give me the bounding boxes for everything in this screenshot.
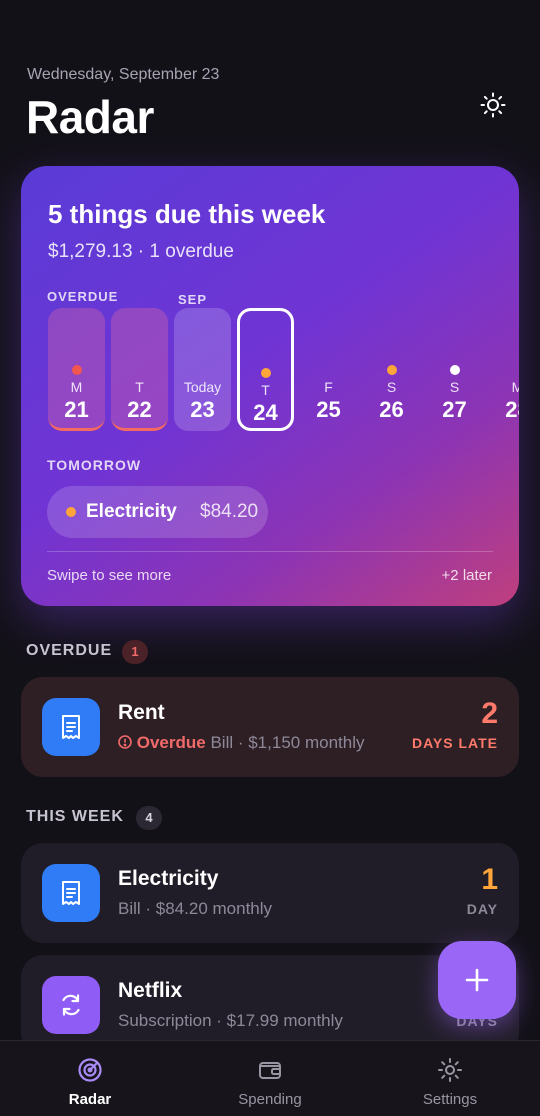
item-name: Rent [118, 701, 165, 724]
item-name: Netflix [118, 979, 183, 1002]
day-number: 22 [127, 397, 152, 422]
day-cell-24[interactable]: T 24 [237, 308, 294, 431]
list-item-rent[interactable]: Rent Overdue Bill · $1,150 monthly 2 DAY… [21, 677, 519, 777]
item-detail: Bill · $1,150 monthly [210, 733, 365, 752]
item-meta: Subscription · $17.99 monthly [118, 1011, 343, 1030]
due-dot [71, 365, 82, 375]
swipe-hint: Swipe to see more [47, 567, 172, 584]
day-weekday-label: M [511, 379, 519, 395]
overdue-status: Overdue [136, 733, 206, 752]
day-cell-25[interactable]: F 25 [300, 308, 357, 431]
plus-icon [465, 968, 489, 992]
wallet-icon [259, 1062, 281, 1079]
later-count[interactable]: +2 later [442, 567, 492, 584]
day-weekday-label: T [261, 382, 270, 398]
tab-spending[interactable]: Spending [180, 1041, 360, 1116]
due-dot [260, 368, 271, 378]
day-number: 25 [316, 397, 341, 422]
alert-icon [118, 735, 132, 749]
add-item-button[interactable] [438, 941, 516, 1019]
date-label: Wednesday, September 23 [27, 66, 220, 83]
days-unit: DAY [466, 901, 498, 917]
tab-label: Radar [68, 1091, 112, 1108]
item-meta: Bill · $84.20 monthly [118, 899, 273, 918]
gear-icon [438, 1058, 462, 1082]
week-summary-title: 5 things due this week [48, 199, 326, 229]
bill-icon [42, 698, 100, 756]
day-number: 26 [379, 397, 404, 422]
day-weekday-label: Today [183, 379, 222, 395]
radar-icon [78, 1058, 102, 1082]
tab-radar[interactable]: Radar [0, 1041, 180, 1116]
month-label: SEP [178, 292, 208, 307]
days-count: 1 [481, 863, 498, 896]
tomorrow-item-pill[interactable]: Electricity $84.20 [47, 486, 268, 538]
day-cell-27[interactable]: S 27 [426, 308, 483, 431]
day-number: 23 [190, 397, 215, 422]
day-cell-22[interactable]: T 22 [111, 308, 168, 431]
item-name: Electricity [118, 867, 219, 890]
tab-label: Spending [238, 1091, 302, 1108]
day-cell-28[interactable]: M 28 [489, 308, 519, 431]
sun-icon [480, 92, 506, 118]
day-cell-21[interactable]: M 21 [48, 308, 105, 431]
divider [47, 551, 493, 552]
day-weekday-label: M [70, 379, 83, 395]
week-summary-subtitle: $1,279.13 · 1 overdue [48, 241, 234, 262]
overdue-days-label: OVERDUE [47, 289, 119, 304]
tomorrow-item-name: Electricity [86, 501, 177, 522]
due-dot [66, 507, 76, 517]
due-dot [386, 365, 397, 375]
week-count-badge: 4 [136, 806, 162, 830]
overdue-count-badge: 1 [122, 640, 148, 664]
week-summary-card[interactable]: 5 things due this week $1,279.13 · 1 ove… [21, 166, 519, 606]
overdue-section-heading: OVERDUE [26, 642, 113, 659]
day-cell-23[interactable]: Today 23 [174, 308, 231, 431]
days-count: 2 [481, 697, 498, 730]
day-number: 24 [253, 400, 278, 425]
day-weekday-label: S [449, 379, 460, 395]
days-unit: DAYS LATE [411, 735, 498, 751]
page-title: Radar [26, 91, 154, 143]
due-dot [449, 365, 460, 375]
bottom-tab-bar: Radar Spending Settings [0, 1040, 540, 1116]
day-weekday-label: S [386, 379, 397, 395]
tomorrow-item-amount: $84.20 [200, 501, 259, 522]
tab-label: Settings [422, 1091, 478, 1108]
week-section-heading: THIS WEEK [26, 808, 124, 825]
day-weekday-label: F [324, 379, 333, 395]
tab-settings[interactable]: Settings [360, 1041, 540, 1116]
day-number: 21 [64, 397, 89, 422]
refresh-icon [42, 976, 100, 1034]
tomorrow-label: TOMORROW [47, 457, 142, 473]
list-item-electricity[interactable]: Electricity Bill · $84.20 monthly 1 DAY [21, 843, 519, 943]
day-cell-26[interactable]: S 26 [363, 308, 420, 431]
item-meta: Overdue Bill · $1,150 monthly [118, 733, 364, 753]
day-number: 27 [442, 397, 467, 422]
day-number: 28 [505, 397, 519, 422]
day-weekday-label: T [135, 379, 144, 395]
theme-toggle-button[interactable] [476, 88, 510, 122]
bill-icon [42, 864, 100, 922]
